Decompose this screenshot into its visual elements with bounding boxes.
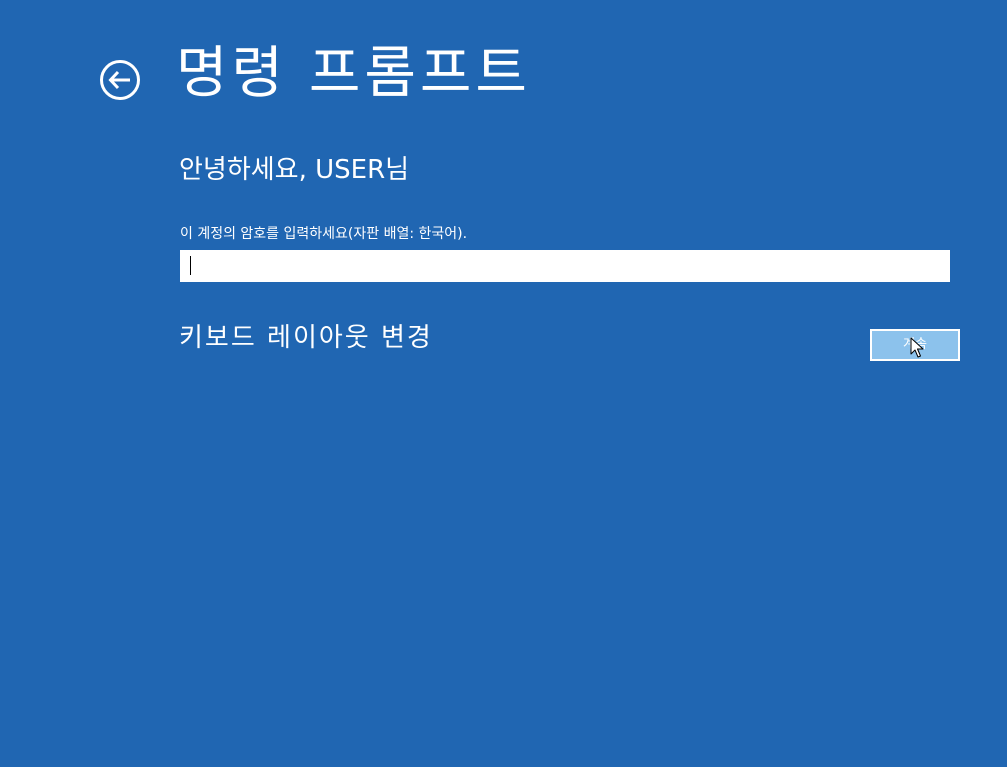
greeting-text: 안녕하세요, USER님 bbox=[179, 155, 410, 185]
text-caret bbox=[190, 256, 191, 275]
back-button[interactable] bbox=[99, 59, 141, 101]
change-keyboard-layout-link[interactable]: 키보드 레이아웃 변경 bbox=[179, 320, 433, 356]
continue-button[interactable]: 계속 bbox=[870, 329, 960, 361]
password-label: 이 계정의 암호를 입력하세요(자판 배열: 한국어). bbox=[180, 226, 468, 242]
password-input[interactable] bbox=[180, 250, 950, 282]
page-title: 명령 프롬프트 bbox=[176, 41, 531, 106]
back-arrow-circle-icon bbox=[100, 60, 140, 100]
